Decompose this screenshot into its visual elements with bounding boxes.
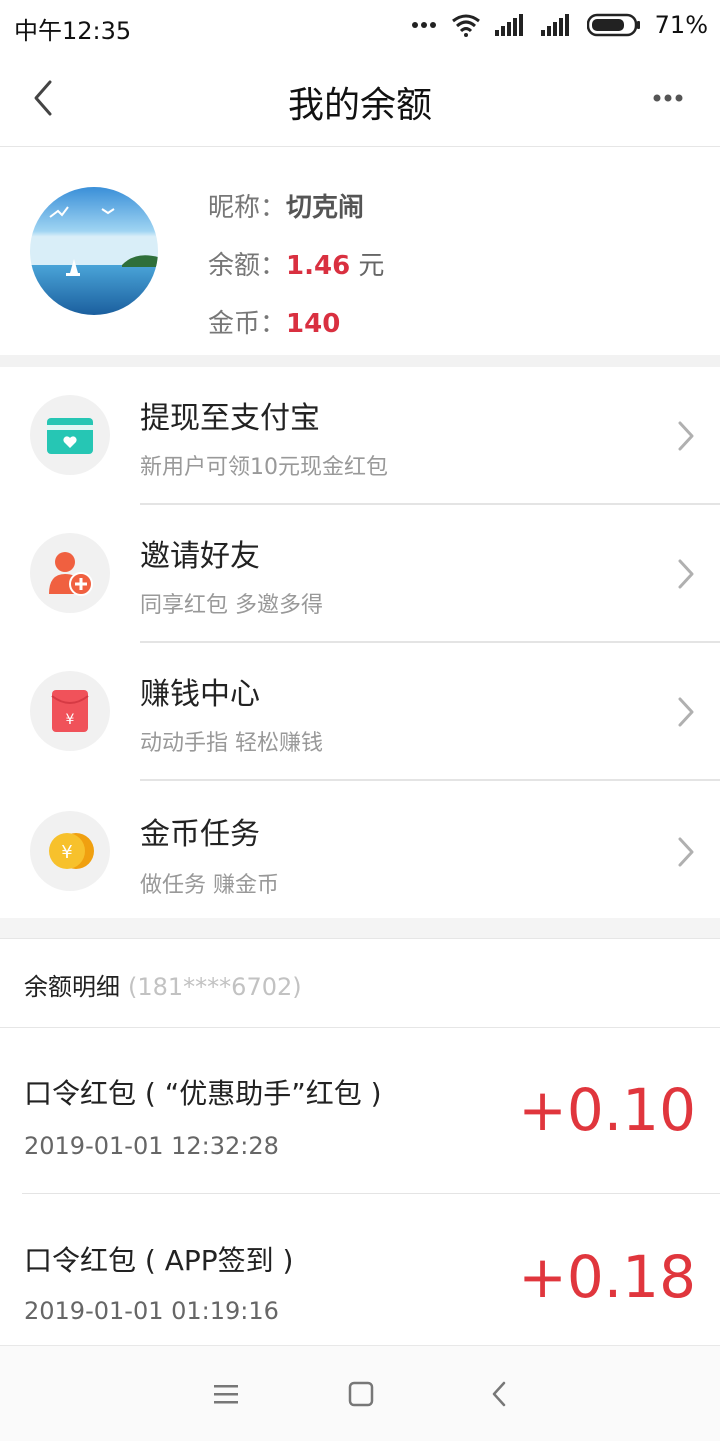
list-item[interactable]: 口令红包 ( “优惠助手”红包 ) 2019-01-01 12:32:28 +0…: [0, 1028, 720, 1194]
menu-item-coin-tasks[interactable]: ¥ 金币任务 做任务 赚金币: [0, 781, 720, 921]
record-title: 口令红包 ( “优惠助手”红包 ): [24, 1077, 382, 1110]
balance-detail-label: 余额明细 (181****6702): [24, 967, 302, 1002]
nickname-row: 昵称：切克闹: [208, 187, 364, 224]
more-options-icon[interactable]: [638, 80, 698, 116]
svg-text:¥: ¥: [66, 712, 75, 728]
battery-icon: [586, 13, 640, 37]
chevron-right-icon: [678, 837, 694, 867]
nickname-value: 切克闹: [286, 193, 365, 223]
coins-value: 140: [286, 309, 341, 339]
record-time: 2019-01-01 12:32:28: [24, 1132, 279, 1160]
balance-value: 1.46: [286, 251, 351, 281]
menu-item-subtitle: 动动手指 轻松赚钱: [140, 731, 323, 756]
wallet-icon: [47, 418, 93, 454]
coins-row: 金币：140: [208, 303, 340, 340]
record-amount: +0.18: [518, 1243, 696, 1311]
divider: [22, 1193, 720, 1194]
action-menu: 提现至支付宝 新用户可领10元现金红包 邀请好友 同享红包 多邀多得 ¥ 赚钱中…: [0, 367, 720, 921]
menu-item-title: 赚钱中心: [140, 677, 260, 712]
profile-card: 昵称：切克闹 余额：1.46 元 金币：140: [0, 147, 720, 355]
menu-item-title: 金币任务: [140, 817, 260, 852]
gold-coin-icon-wrap: ¥: [30, 811, 110, 891]
menu-item-subtitle: 做任务 赚金币: [140, 873, 279, 898]
menu-item-withdraw-alipay[interactable]: 提现至支付宝 新用户可领10元现金红包: [0, 367, 720, 505]
system-nav-bar: [0, 1345, 720, 1441]
add-user-icon-wrap: [30, 533, 110, 613]
status-time: 中午12:35: [14, 17, 132, 45]
menu-item-invite-friends[interactable]: 邀请好友 同享红包 多邀多得: [0, 505, 720, 643]
menu-item-title: 邀请好友: [140, 539, 260, 574]
menu-item-subtitle: 新用户可领10元现金红包: [140, 455, 388, 480]
balance-row: 余额：1.46 元: [208, 245, 384, 282]
chevron-right-icon: [678, 697, 694, 727]
signal-icon: [494, 14, 523, 36]
chevron-right-icon: [678, 421, 694, 451]
record-time: 2019-01-01 01:19:16: [24, 1297, 279, 1325]
more-dots-icon: [411, 22, 436, 28]
add-user-icon: [49, 552, 93, 596]
battery-percent: 71%: [654, 11, 708, 39]
coins-label: 金币：: [208, 309, 287, 339]
record-amount: +0.10: [518, 1076, 696, 1144]
svg-text:¥: ¥: [61, 842, 72, 863]
wifi-icon: [451, 14, 480, 37]
avatar[interactable]: [30, 187, 158, 315]
section-separator: [0, 355, 720, 367]
balance-detail-header: 余额明细 (181****6702): [0, 939, 720, 1028]
balance-unit: 元: [350, 251, 385, 281]
detail-phone: (181****6702): [128, 973, 302, 1001]
status-bar: 中午12:35 71%: [0, 0, 720, 50]
wallet-icon-wrap: [30, 395, 110, 475]
gold-coin-icon: ¥: [49, 833, 94, 869]
nav-bar: 我的余额: [0, 50, 720, 147]
chevron-right-icon: [678, 559, 694, 589]
status-icons: 71%: [411, 9, 708, 41]
menu-item-earn-center[interactable]: ¥ 赚钱中心 动动手指 轻松赚钱: [0, 643, 720, 781]
red-envelope-icon-wrap: ¥: [30, 671, 110, 751]
signal-icon-2: [540, 14, 569, 36]
record-title: 口令红包 ( APP签到 ): [24, 1244, 294, 1277]
back-icon[interactable]: [484, 1378, 516, 1410]
home-icon[interactable]: [345, 1378, 377, 1410]
balance-label: 余额：: [208, 251, 287, 281]
detail-title: 余额明细: [24, 973, 120, 1001]
menu-item-subtitle: 同享红包 多邀多得: [140, 593, 323, 618]
list-item[interactable]: 口令红包 ( APP签到 ) 2019-01-01 01:19:16 +0.18: [0, 1195, 720, 1345]
nickname-label: 昵称：: [208, 193, 287, 223]
page-title: 我的余额: [287, 85, 432, 126]
menu-item-title: 提现至支付宝: [140, 401, 320, 436]
menu-icon[interactable]: [210, 1378, 242, 1410]
section-separator: [0, 918, 720, 939]
red-envelope-icon: ¥: [51, 690, 89, 732]
